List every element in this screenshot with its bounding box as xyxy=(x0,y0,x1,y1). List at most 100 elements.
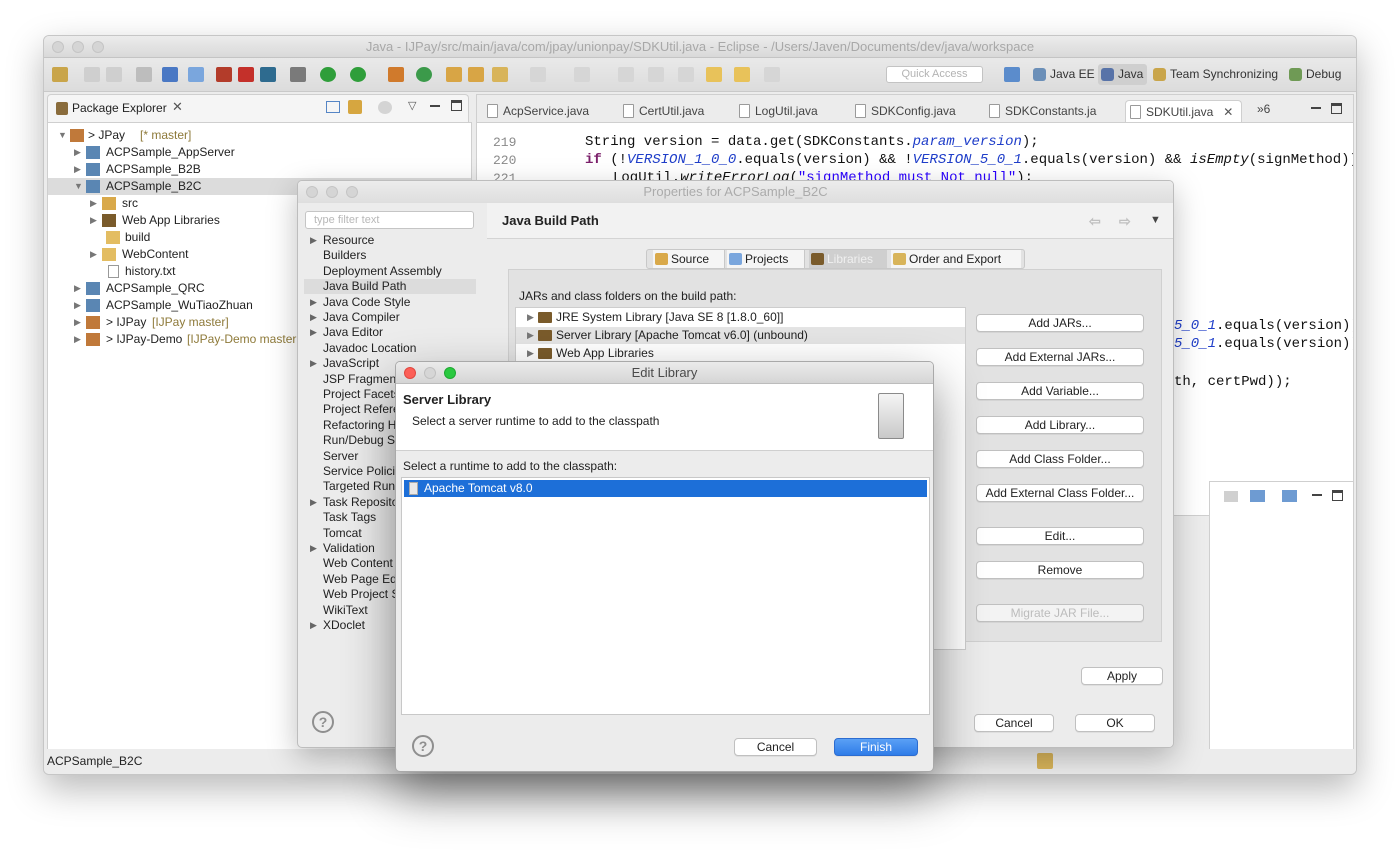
link-editor-icon[interactable] xyxy=(348,100,362,114)
tab-order-export[interactable]: Order and Export xyxy=(891,250,1021,268)
back-icon[interactable] xyxy=(734,67,750,82)
collapsed-triangle-icon[interactable]: ▶ xyxy=(310,310,317,325)
open-folder-icon[interactable] xyxy=(446,67,462,82)
tab-libraries-selected[interactable]: Libraries xyxy=(809,250,887,268)
collapsed-triangle-icon[interactable]: ▶ xyxy=(310,233,317,248)
collapsed-triangle-icon[interactable]: ▶ xyxy=(310,356,317,371)
zoom-dot[interactable] xyxy=(92,41,104,53)
focus-icon[interactable] xyxy=(378,101,392,114)
zoom-dot[interactable] xyxy=(444,367,456,379)
forward-arrow-icon[interactable]: ⇨ xyxy=(1119,213,1131,230)
build-icon[interactable] xyxy=(260,67,276,82)
nav-item[interactable]: Deployment Assembly xyxy=(304,264,476,279)
back-history-icon[interactable] xyxy=(706,67,722,82)
collapsed-triangle-icon[interactable]: ▶ xyxy=(74,161,81,178)
nav-item[interactable]: Java Build Path xyxy=(304,279,476,295)
menu-arrow-icon[interactable]: ▼ xyxy=(1150,214,1161,226)
search-icon[interactable] xyxy=(530,67,546,82)
tab-acpservice[interactable]: AcpService.java xyxy=(487,100,589,122)
collapse-all-icon[interactable] xyxy=(326,101,340,113)
maximize-view-icon[interactable] xyxy=(451,100,462,111)
jar-row-selected[interactable]: ▶ Server Library [Apache Tomcat v6.0] (un… xyxy=(516,327,965,344)
new-icon[interactable] xyxy=(52,67,68,82)
expanded-triangle-icon[interactable]: ▼ xyxy=(58,127,67,144)
nav-item[interactable]: ▶ Java Code Style xyxy=(304,295,476,310)
minimize-dot[interactable] xyxy=(424,367,436,379)
view-icon[interactable] xyxy=(1224,491,1238,502)
nav-item[interactable]: ▶ Java Editor xyxy=(304,325,476,340)
back-arrow-icon[interactable]: ⇦ xyxy=(1089,213,1101,230)
edit-icon[interactable] xyxy=(574,67,590,82)
runtime-list[interactable]: Apache Tomcat v8.0 xyxy=(401,477,930,715)
display-icon[interactable] xyxy=(1282,490,1297,502)
add-external-class-folder-button[interactable]: Add External Class Folder... xyxy=(976,484,1144,502)
debug-skip-icon[interactable] xyxy=(216,67,232,82)
minimize-dot[interactable] xyxy=(326,186,338,198)
apply-button[interactable]: Apply xyxy=(1081,667,1163,685)
close-dot[interactable] xyxy=(52,41,64,53)
jar-row[interactable]: ▶ JRE System Library [Java SE 8 [1.8.0_60… xyxy=(516,309,965,326)
collapsed-triangle-icon[interactable]: ▶ xyxy=(310,295,317,310)
cancel-button[interactable]: Cancel xyxy=(734,738,817,756)
minimize-view-icon[interactable] xyxy=(430,105,440,107)
cancel-button[interactable]: Cancel xyxy=(974,714,1054,732)
collapsed-triangle-icon[interactable]: ▶ xyxy=(90,195,97,212)
pencil-icon[interactable] xyxy=(492,67,508,82)
collapsed-triangle-icon[interactable]: ▶ xyxy=(90,212,97,229)
close-tab-icon[interactable]: ✕ xyxy=(1223,101,1233,123)
tab-source[interactable]: Source xyxy=(653,250,725,268)
collapsed-triangle-icon[interactable]: ▶ xyxy=(74,297,81,314)
annotation-icon[interactable] xyxy=(678,67,694,82)
tab-overflow[interactable]: »6 xyxy=(1257,102,1270,116)
collapsed-triangle-icon[interactable]: ▶ xyxy=(310,541,317,556)
status-icon[interactable] xyxy=(1037,753,1053,769)
nav-item[interactable]: Javadoc Location xyxy=(304,341,476,356)
open-perspective-icon[interactable] xyxy=(1004,67,1020,82)
expanded-triangle-icon[interactable]: ▼ xyxy=(74,178,83,195)
perspective-java[interactable]: Java xyxy=(1098,64,1148,85)
close-dot[interactable] xyxy=(306,186,318,198)
perspective-debug[interactable]: Debug xyxy=(1286,64,1345,85)
collapsed-triangle-icon[interactable]: ▶ xyxy=(527,309,534,326)
maximize-editor-icon[interactable] xyxy=(1331,103,1342,114)
nav-item[interactable]: ▶ Resource xyxy=(304,233,476,248)
minimize-dot[interactable] xyxy=(72,41,84,53)
minimize-editor-icon[interactable] xyxy=(1311,107,1321,109)
tab-sdkutil-active[interactable]: SDKUtil.java ✕ xyxy=(1125,100,1243,123)
add-external-jars-button[interactable]: Add External JARs... xyxy=(976,348,1144,366)
add-class-folder-button[interactable]: Add Class Folder... xyxy=(976,450,1144,468)
stop-icon[interactable] xyxy=(238,67,254,82)
collapsed-triangle-icon[interactable]: ▶ xyxy=(527,345,534,362)
maximize-view-icon[interactable] xyxy=(1332,490,1343,501)
migrate-jar-button[interactable]: Migrate JAR File... xyxy=(976,604,1144,622)
filter-input[interactable]: type filter text xyxy=(305,211,474,229)
collapsed-triangle-icon[interactable]: ▶ xyxy=(74,331,81,348)
view-menu-icon[interactable]: ▽ xyxy=(408,99,416,112)
quick-access-input[interactable]: Quick Access xyxy=(886,66,983,83)
zoom-dot[interactable] xyxy=(346,186,358,198)
task-icon[interactable] xyxy=(162,67,178,82)
tab-projects[interactable]: Projects xyxy=(727,250,805,268)
close-dot[interactable] xyxy=(404,367,416,379)
run-icon[interactable] xyxy=(320,67,336,82)
save-icon[interactable] xyxy=(84,67,100,82)
run-server-icon[interactable] xyxy=(350,67,366,82)
folder-icon[interactable] xyxy=(468,67,484,82)
grid-icon[interactable] xyxy=(388,67,404,82)
perspective-java-ee[interactable]: Java EE xyxy=(1030,64,1099,85)
refresh-icon[interactable] xyxy=(416,67,432,82)
tab-certutil[interactable]: CertUtil.java xyxy=(623,100,704,122)
nav-icon[interactable] xyxy=(648,67,664,82)
ok-button[interactable]: OK xyxy=(1075,714,1155,732)
mark-icon[interactable] xyxy=(188,67,204,82)
close-tab-icon[interactable]: ✕ xyxy=(172,99,183,115)
tab-logutil[interactable]: LogUtil.java xyxy=(739,100,818,122)
collapsed-triangle-icon[interactable]: ▶ xyxy=(310,325,317,340)
toggle-icon[interactable] xyxy=(618,67,634,82)
collapsed-triangle-icon[interactable]: ▶ xyxy=(74,314,81,331)
nav-item[interactable]: ▶ Java Compiler xyxy=(304,310,476,325)
finish-button[interactable]: Finish xyxy=(834,738,918,756)
add-jars-button[interactable]: Add JARs... xyxy=(976,314,1144,332)
add-variable-button[interactable]: Add Variable... xyxy=(976,382,1144,400)
help-icon[interactable]: ? xyxy=(312,711,334,733)
